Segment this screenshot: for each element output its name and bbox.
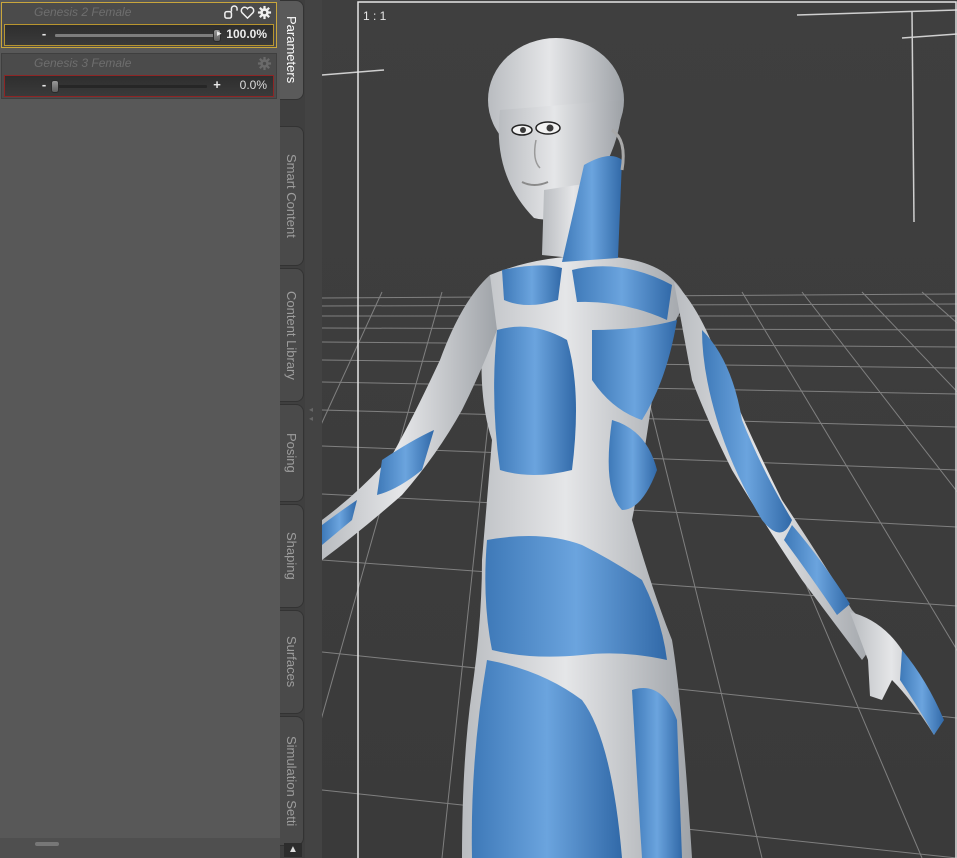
play-arrow-icon: ▸ bbox=[217, 28, 222, 38]
slider-thumb[interactable] bbox=[51, 80, 59, 93]
slider-fill bbox=[55, 34, 217, 37]
increment-button[interactable]: + bbox=[210, 78, 224, 92]
tab-label: Simulation Setti bbox=[284, 735, 299, 827]
tab-label: Posing bbox=[284, 433, 299, 473]
gear-icon[interactable] bbox=[257, 56, 272, 71]
tab-label: Smart Content bbox=[284, 154, 299, 238]
tab-label: Shaping bbox=[284, 532, 299, 580]
scrollbar-grip[interactable] bbox=[35, 842, 59, 846]
tab-label: Surfaces bbox=[284, 636, 299, 688]
3d-viewport[interactable]: 1 : 1 bbox=[322, 0, 957, 858]
parameter-slider[interactable]: - ▸ 100.0% bbox=[4, 24, 274, 46]
tab-smart-content[interactable]: Smart Content bbox=[280, 126, 304, 266]
scene-render bbox=[322, 1, 957, 858]
decrement-button[interactable]: - bbox=[37, 27, 51, 41]
tab-parameters[interactable]: Parameters bbox=[280, 0, 304, 100]
decrement-button[interactable]: - bbox=[37, 78, 51, 92]
tab-surfaces[interactable]: Surfaces bbox=[280, 610, 304, 714]
tab-label: Content Library bbox=[284, 290, 299, 380]
parameter-name: Genesis 3 Female bbox=[34, 56, 132, 70]
tab-simulation-settings[interactable]: Simulation Setti bbox=[280, 716, 304, 846]
heart-icon[interactable] bbox=[240, 5, 255, 20]
chain-link-icon[interactable] bbox=[223, 5, 238, 20]
tab-label: Parameters bbox=[284, 16, 299, 84]
slider-track[interactable] bbox=[51, 80, 207, 93]
scroll-up-arrow-icon[interactable]: ▲ bbox=[284, 843, 302, 857]
tab-content-library[interactable]: Content Library bbox=[280, 268, 304, 402]
parameter-value[interactable]: 0.0% bbox=[240, 78, 267, 92]
tab-posing[interactable]: Posing bbox=[280, 404, 304, 502]
tab-shaping[interactable]: Shaping bbox=[280, 504, 304, 608]
slider-track[interactable] bbox=[55, 29, 221, 42]
parameter-slider[interactable]: - + 0.0% bbox=[4, 75, 274, 97]
gear-icon[interactable] bbox=[257, 5, 272, 20]
parameter-name: Genesis 2 Female bbox=[34, 5, 132, 19]
parameter-value[interactable]: 100.0% bbox=[226, 27, 267, 41]
camera-guides bbox=[322, 9, 957, 223]
parameters-pane: Genesis 2 Female - ▸ 100.0% Genesis 3 Fe… bbox=[0, 0, 280, 858]
parameter-genesis-2-female[interactable]: Genesis 2 Female - ▸ 100.0% bbox=[1, 2, 277, 48]
parameter-genesis-3-female[interactable]: Genesis 3 Female - + 0.0% bbox=[1, 53, 277, 99]
splitter-grip-icon[interactable]: ◂ ◂ bbox=[309, 405, 315, 445]
tab-strip: Parameters Smart Content Content Library… bbox=[280, 0, 305, 858]
aspect-ratio-label: 1 : 1 bbox=[363, 9, 387, 23]
horizontal-scrollbar[interactable] bbox=[0, 838, 280, 858]
pane-splitter[interactable]: ◂ ◂ bbox=[305, 0, 323, 858]
